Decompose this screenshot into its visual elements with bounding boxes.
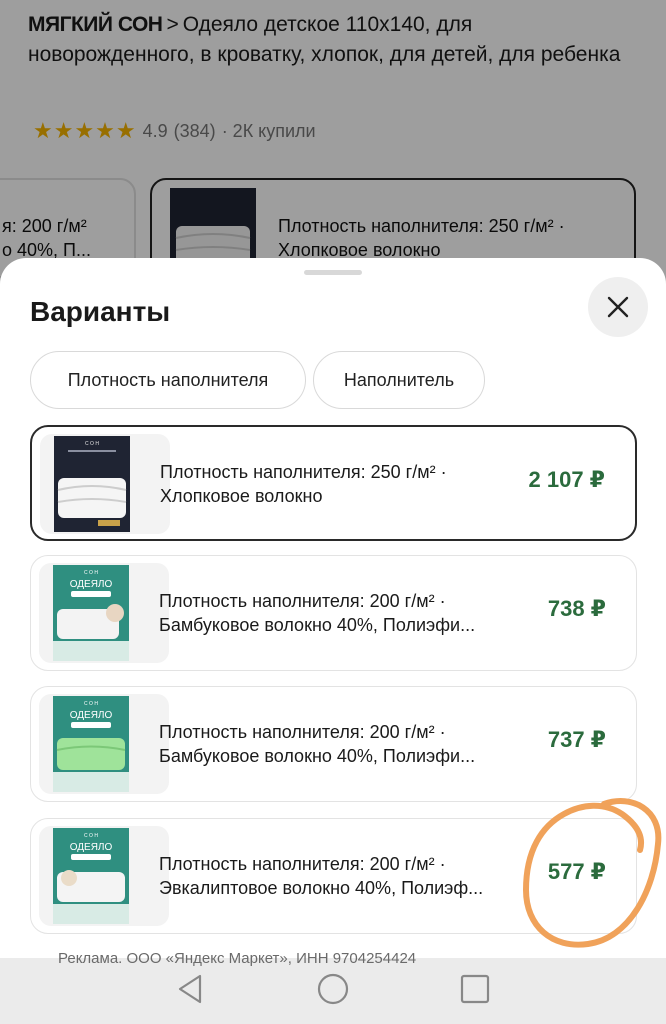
svg-text:С О Н: С О Н — [85, 441, 99, 447]
home-icon[interactable] — [316, 972, 350, 1006]
close-icon — [607, 296, 629, 318]
svg-text:ОДЕЯЛО: ОДЕЯЛО — [70, 842, 113, 853]
modal-overlay[interactable] — [0, 0, 666, 300]
variant-density-text: Плотность наполнителя: 200 г/м² · — [159, 854, 446, 874]
close-button[interactable] — [588, 277, 648, 337]
svg-text:ОДЕЯЛО: ОДЕЯЛО — [70, 710, 113, 721]
variant-option[interactable]: С О Н ОДЕЯЛО Плотность наполнителя: 200 … — [30, 686, 637, 802]
variant-option-selected[interactable]: С О Н Плотность наполнителя: 250 г/м² · … — [30, 425, 637, 541]
variant-price: 577 ₽ — [547, 859, 606, 884]
ad-disclaimer: Реклама. ООО «Яндекс Маркет», ИНН 970425… — [58, 950, 417, 967]
variant-price: 738 ₽ — [547, 596, 606, 621]
variant-thumbnail: С О Н ОДЕЯЛО — [39, 563, 169, 663]
back-icon[interactable] — [174, 972, 208, 1006]
variant-filler-text: Эвкалиптовое волокно 40%, Полиэф... — [159, 878, 484, 898]
variant-price: 737 ₽ — [547, 727, 606, 752]
blanket-image-icon: С О Н ОДЕЯЛО — [53, 696, 129, 792]
variant-thumbnail: С О Н — [40, 434, 170, 534]
filter-chip-filler[interactable]: Наполнитель — [313, 351, 485, 409]
variant-thumbnail: С О Н ОДЕЯЛО — [39, 826, 169, 926]
variant-density-text: Плотность наполнителя: 200 г/м² · — [159, 591, 446, 611]
variant-density-text: Плотность наполнителя: 250 г/м² · — [160, 462, 447, 482]
variants-bottom-sheet: Варианты Плотность наполнителя Наполните… — [0, 258, 666, 958]
variant-filler-text: Хлопковое волокно — [160, 486, 323, 506]
svg-text:С О Н: С О Н — [84, 570, 98, 576]
svg-text:ОДЕЯЛО: ОДЕЯЛО — [70, 579, 113, 590]
filter-chip-density[interactable]: Плотность наполнителя — [30, 351, 306, 409]
blanket-image-icon: С О Н ОДЕЯЛО — [53, 828, 129, 924]
blanket-image-icon: С О Н ОДЕЯЛО — [53, 565, 129, 661]
variant-filler-text: Бамбуковое волокно 40%, Полиэфи... — [159, 746, 476, 766]
variant-filler-text: Бамбуковое волокно 40%, Полиэфи... — [159, 615, 476, 635]
blanket-image-icon: С О Н — [54, 436, 130, 532]
variant-price: 2 107 ₽ — [528, 467, 605, 492]
sheet-drag-handle[interactable] — [304, 270, 362, 275]
variant-option[interactable]: С О Н ОДЕЯЛО Плотность наполнителя: 200 … — [30, 555, 637, 671]
sheet-title: Варианты — [30, 296, 171, 327]
variant-thumbnail: С О Н ОДЕЯЛО — [39, 694, 169, 794]
recent-apps-icon[interactable] — [458, 972, 492, 1006]
svg-text:С О Н: С О Н — [84, 833, 98, 839]
variant-option[interactable]: С О Н ОДЕЯЛО Плотность наполнителя: 200 … — [30, 818, 637, 934]
svg-text:С О Н: С О Н — [84, 701, 98, 707]
variant-density-text: Плотность наполнителя: 200 г/м² · — [159, 722, 446, 742]
